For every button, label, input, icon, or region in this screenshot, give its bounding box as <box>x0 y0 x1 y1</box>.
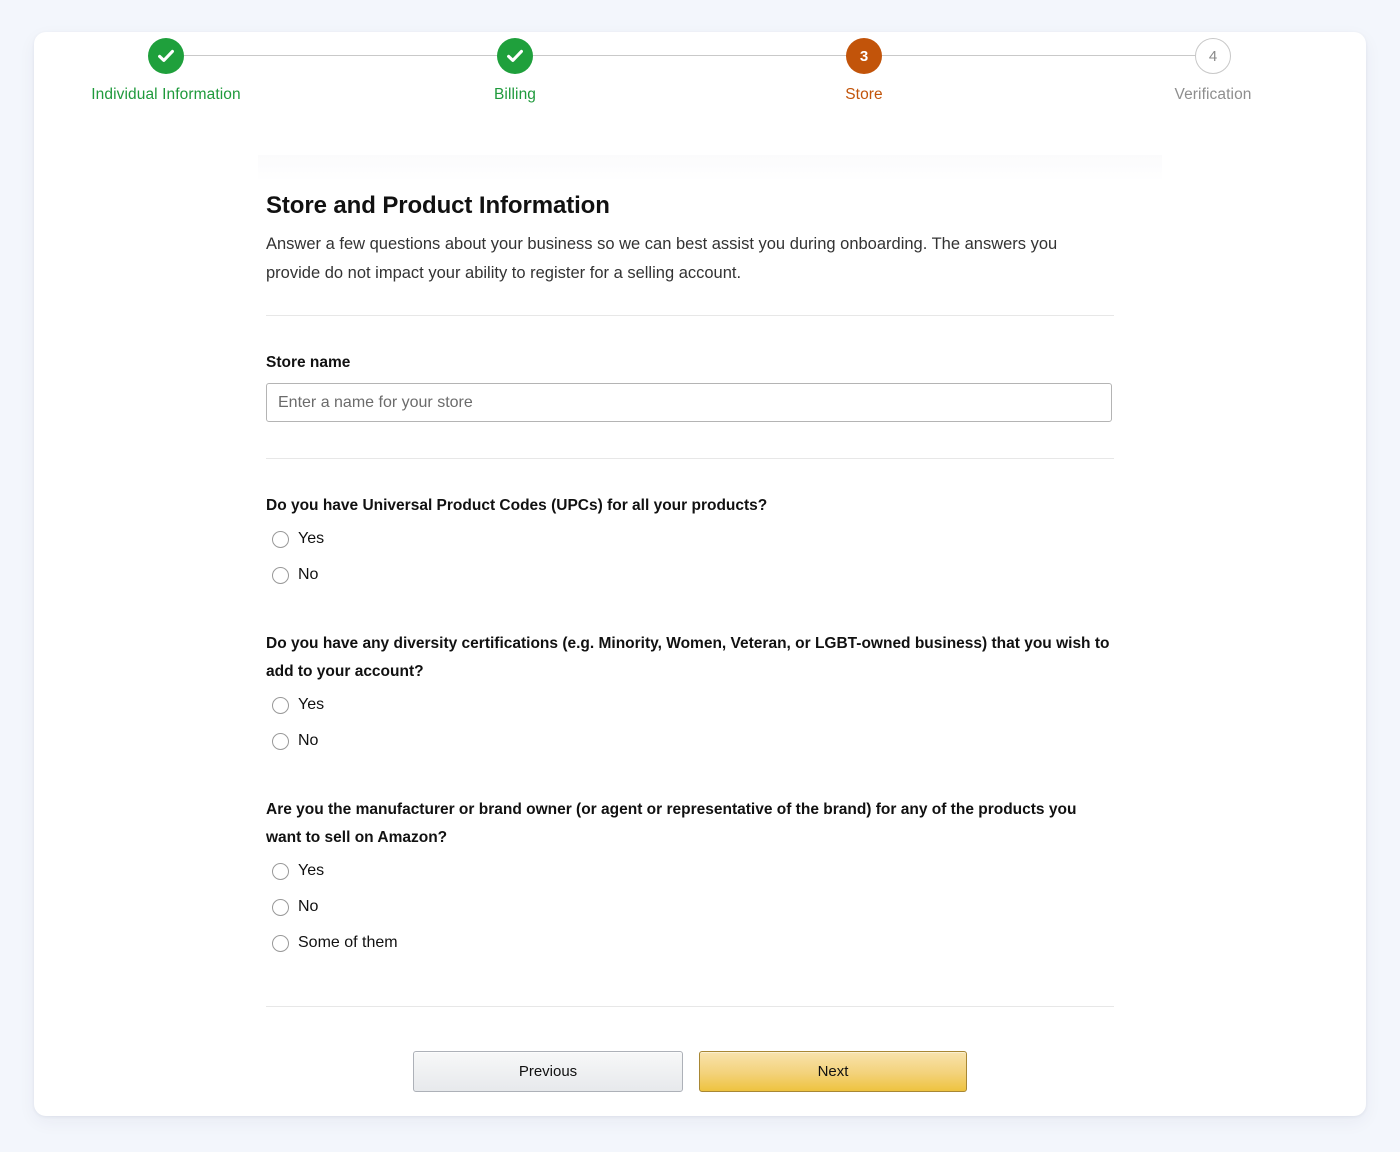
radio-icon[interactable] <box>272 696 289 714</box>
stepper-step-store[interactable]: 3 Store <box>734 38 994 104</box>
radio-option-label: Some of them <box>298 934 398 951</box>
radio-icon[interactable] <box>272 732 289 750</box>
stepper-step-label: Individual Information <box>91 86 241 103</box>
radio-icon[interactable] <box>272 530 289 548</box>
radio-icon[interactable] <box>272 566 289 584</box>
store-product-form: Store and Product Information Answer a f… <box>266 192 1114 1092</box>
next-button[interactable]: Next <box>699 1051 967 1092</box>
radio-option-diversity-no[interactable]: No <box>266 723 1114 759</box>
radio-option-upc-yes[interactable]: Yes <box>266 521 1114 557</box>
radio-option-brand-no[interactable]: No <box>266 889 1114 925</box>
registration-page: Individual Information Billing 3 Store 4… <box>0 0 1400 1152</box>
step-complete-icon <box>497 38 533 74</box>
radio-option-label: Yes <box>298 530 325 547</box>
stepper-step-verification[interactable]: 4 Verification <box>1083 38 1343 104</box>
question-upc: Do you have Universal Product Codes (UPC… <box>266 492 1114 593</box>
progress-stepper: Individual Information Billing 3 Store 4… <box>34 32 1366 142</box>
question-text: Are you the manufacturer or brand owner … <box>266 801 1077 846</box>
stepper-step-label: Verification <box>1174 86 1252 103</box>
stepper-step-label: Billing <box>493 86 537 103</box>
stepper-step-label: Store <box>845 86 883 103</box>
radio-option-label: No <box>298 732 319 749</box>
radio-icon[interactable] <box>272 862 289 880</box>
stepper-step-individual-information[interactable]: Individual Information <box>36 38 296 104</box>
radio-icon[interactable] <box>272 934 289 952</box>
radio-option-label: No <box>298 898 319 915</box>
radio-option-label: Yes <box>298 862 325 879</box>
page-description: Answer a few questions about your busine… <box>266 235 1058 282</box>
content-top-band <box>258 155 1162 181</box>
divider <box>266 458 1114 459</box>
radio-option-diversity-yes[interactable]: Yes <box>266 687 1114 723</box>
question-text: Do you have any diversity certifications… <box>266 635 1110 680</box>
store-name-input[interactable] <box>266 383 1112 422</box>
stepper-connector-1 <box>184 55 517 56</box>
stepper-connector-3 <box>882 55 1215 56</box>
form-actions: Previous Next <box>266 1051 1114 1092</box>
radio-option-upc-no[interactable]: No <box>266 557 1114 593</box>
radio-option-label: No <box>298 566 319 583</box>
radio-option-brand-yes[interactable]: Yes <box>266 853 1114 889</box>
question-diversity-certifications: Do you have any diversity certifications… <box>266 630 1114 759</box>
step-number-badge: 3 <box>846 38 882 74</box>
store-name-label: Store name <box>266 354 351 371</box>
stepper-connector-2 <box>533 55 866 56</box>
radio-option-label: Yes <box>298 696 325 713</box>
step-complete-icon <box>148 38 184 74</box>
stepper-step-billing[interactable]: Billing <box>385 38 645 104</box>
divider <box>266 315 1114 316</box>
divider <box>266 1006 1114 1007</box>
previous-button[interactable]: Previous <box>413 1051 683 1092</box>
radio-option-brand-some-of-them[interactable]: Some of them <box>266 925 1114 961</box>
radio-icon[interactable] <box>272 898 289 916</box>
step-number-badge: 4 <box>1195 38 1231 74</box>
question-text: Do you have Universal Product Codes (UPC… <box>266 497 768 514</box>
registration-card: Individual Information Billing 3 Store 4… <box>34 32 1366 1116</box>
page-title: Store and Product Information <box>266 192 610 219</box>
question-brand-owner: Are you the manufacturer or brand owner … <box>266 796 1114 961</box>
